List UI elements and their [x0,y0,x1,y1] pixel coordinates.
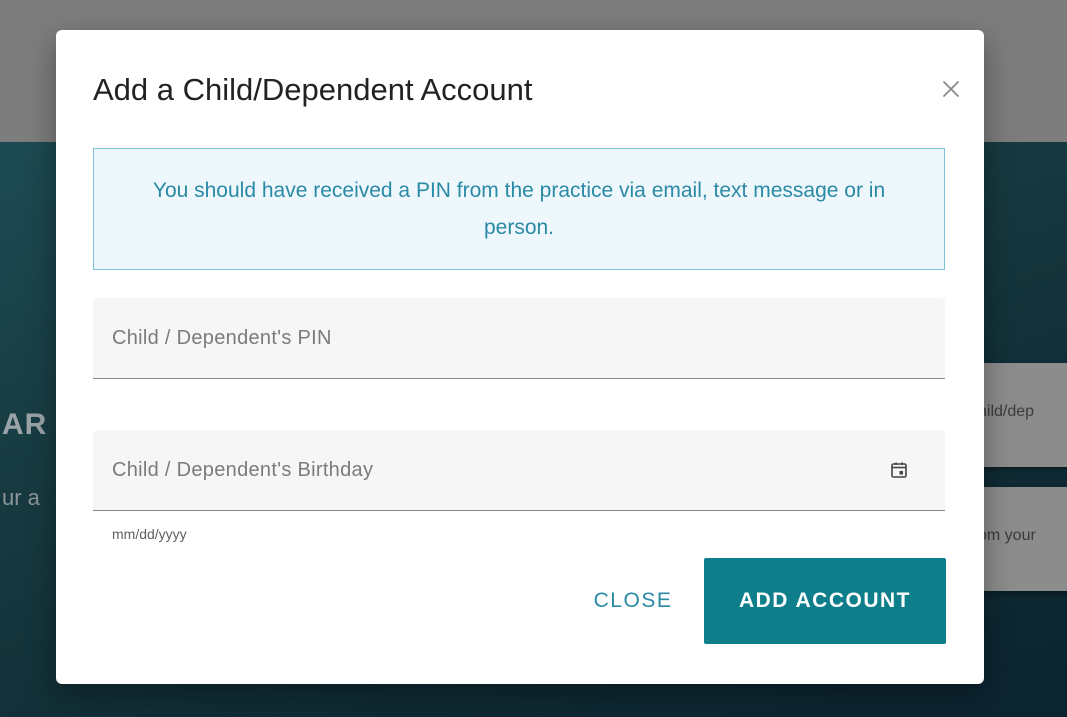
dialog-title: Add a Child/Dependent Account [93,72,533,107]
background-card-text: om your [978,527,1036,544]
info-message: You should have received a PIN from the … [152,179,886,239]
page: AR ur a hild/dep om your Add a Child/Dep… [0,0,1067,717]
add-account-button[interactable]: ADD ACCOUNT [704,558,946,644]
background-hero-title: AR [2,408,48,441]
birthday-format-hint: mm/dd/yyyy [112,526,187,542]
add-dependent-dialog: Add a Child/Dependent Account You should… [56,30,984,684]
close-icon[interactable] [936,74,966,104]
birthday-input[interactable] [93,430,945,510]
calendar-icon[interactable] [889,460,909,480]
info-alert: You should have received a PIN from the … [93,148,945,270]
background-hero-subtitle: ur a [2,485,40,510]
close-button[interactable]: CLOSE [583,558,683,644]
pin-field [93,298,945,379]
background-card-text: hild/dep [978,403,1035,420]
birthday-field [93,430,945,511]
pin-input[interactable] [93,298,945,378]
